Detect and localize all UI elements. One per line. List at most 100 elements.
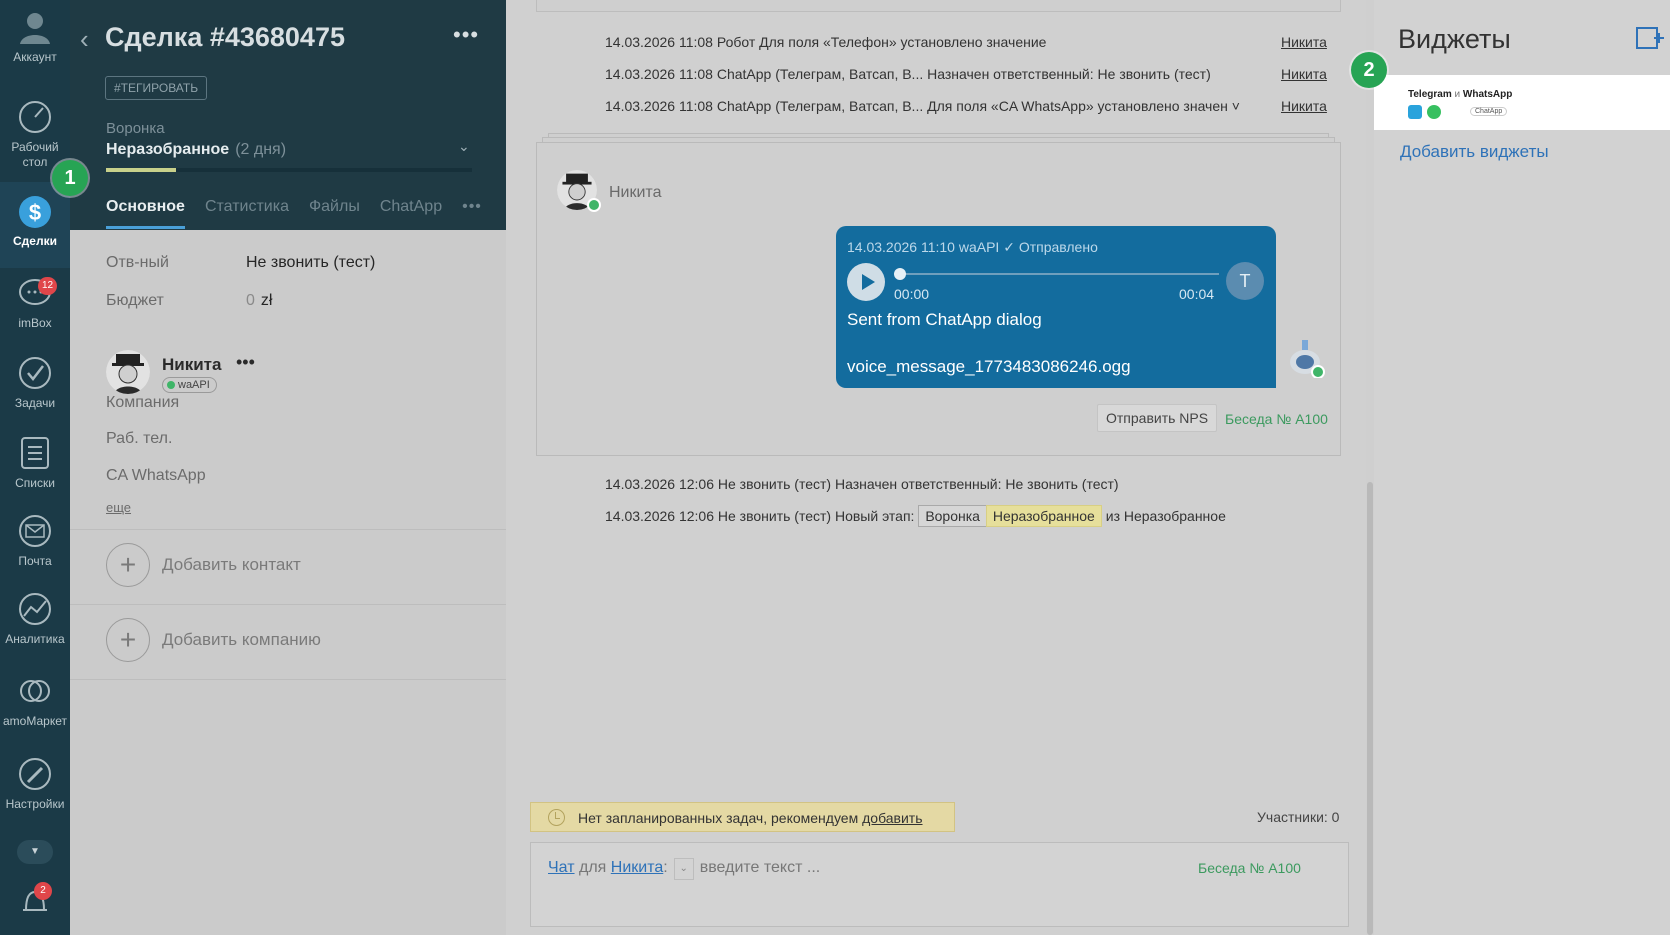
tabs-more-icon[interactable]: •••: [462, 198, 482, 229]
chevron-down-icon[interactable]: ⌄: [673, 858, 694, 880]
lead-title: Сделка #43680475: [105, 22, 345, 52]
audio-time-current: 00:00: [894, 286, 930, 302]
chat-message-card: Никита 14.03.2026 11:10 waAPI ✓ Отправле…: [536, 142, 1341, 456]
contact-avatar[interactable]: [106, 350, 150, 394]
no-tasks-notice: Нет запланированных задач, рекомендуем д…: [530, 802, 955, 832]
composer-for: для: [579, 859, 607, 876]
feed-scrollbar-thumb[interactable]: [1367, 482, 1373, 935]
contact-source-badge: waAPI: [162, 377, 217, 393]
previous-note: [536, 0, 1341, 12]
nav-settings[interactable]: Настройки: [0, 755, 70, 811]
imbox-badge: 12: [38, 277, 58, 295]
nav-account-label: Аккаунт: [13, 50, 57, 64]
add-widgets-link[interactable]: Добавить виджеты: [1400, 142, 1549, 162]
back-icon[interactable]: ‹: [80, 24, 89, 55]
stage-event-from: из Неразобранное: [1105, 508, 1226, 524]
nav-mail[interactable]: Почта: [0, 512, 70, 568]
lead-tabs: Основное Статистика Файлы ChatApp •••: [106, 198, 482, 229]
more-icon[interactable]: •••: [453, 22, 479, 48]
add-company-button[interactable]: + Добавить компанию: [106, 618, 321, 662]
message-file-name[interactable]: voice_message_1773483086246.ogg: [847, 357, 1131, 377]
widget-name-telegram: Telegram: [1408, 89, 1452, 100]
market-icon: [16, 672, 54, 710]
add-contact-button[interactable]: + Добавить контакт: [106, 543, 301, 587]
add-task-link[interactable]: добавить: [862, 810, 922, 826]
nav-dashboard[interactable]: Рабочий стол: [0, 98, 70, 170]
contact-field-company[interactable]: Компания: [106, 394, 179, 412]
mail-icon: [16, 512, 54, 550]
stage-progress-fill: [106, 168, 176, 172]
tag-button[interactable]: #ТЕГИРОВАТЬ: [105, 76, 208, 100]
notifications-badge: 2: [34, 882, 52, 900]
composer-recipient-link[interactable]: Никита: [611, 859, 663, 876]
feed-event-stage: 14.03.2026 12:06 Не звонить (тест) Новый…: [605, 505, 1226, 527]
analytics-icon: [16, 590, 54, 628]
add-company-label: Добавить компанию: [162, 630, 321, 649]
tab-files[interactable]: Файлы: [309, 198, 360, 229]
send-nps-button[interactable]: Отправить NPS: [1097, 404, 1218, 432]
composer-conversation-link[interactable]: Беседа № A100: [1198, 860, 1301, 876]
nav-market-label: amoМаркет: [3, 714, 67, 728]
sender-avatar: T: [1226, 262, 1264, 300]
audio-progress-track[interactable]: [896, 273, 1219, 275]
event-user-link[interactable]: Никита: [1281, 98, 1327, 114]
tab-main[interactable]: Основное: [106, 198, 185, 229]
contact-field-ca-whatsapp[interactable]: CA WhatsApp: [106, 467, 206, 485]
tasks-icon: [16, 354, 54, 392]
audio-time-total: 00:04: [1179, 286, 1215, 302]
event-user-link[interactable]: Никита: [1281, 34, 1327, 50]
conversation-link[interactable]: Беседа № A100: [1225, 411, 1328, 427]
budget-amount: 0: [246, 292, 255, 309]
feed-event: 14.03.2026 11:08 Робот Для поля «Телефон…: [605, 34, 1047, 50]
online-dot-icon: [587, 198, 601, 212]
feed-event: 14.03.2026 11:08 ChatApp (Телеграм, Ватс…: [605, 66, 1211, 82]
budget-row: Бюджет 0 zł: [106, 292, 272, 310]
activity-feed: 14.03.2026 11:08 Робот Для поля «Телефон…: [506, 0, 1366, 935]
nav-account[interactable]: Аккаунт: [0, 8, 70, 64]
event-user-link[interactable]: Никита: [1281, 66, 1327, 82]
add-widget-icon[interactable]: [1636, 26, 1664, 50]
widget-and: и: [1454, 89, 1461, 100]
feed-event: 14.03.2026 12:06 Не звонить (тест) Назна…: [605, 476, 1119, 492]
stage-event-new-stage: Неразобранное: [985, 505, 1102, 527]
divider: [70, 604, 506, 605]
tab-chatapp[interactable]: ChatApp: [380, 198, 442, 229]
funnel-stage-select[interactable]: Неразобранное (2 дня): [106, 141, 286, 159]
nav-tasks-label: Задачи: [14, 396, 56, 410]
contact-name[interactable]: Никита: [162, 355, 221, 375]
nav-notifications[interactable]: 2: [0, 882, 70, 924]
tab-statistics[interactable]: Статистика: [205, 198, 289, 229]
nav-expand[interactable]: ▼: [0, 840, 70, 870]
feed-event[interactable]: 14.03.2026 11:08 ChatApp (Телеграм, Ватс…: [605, 98, 1240, 114]
plus-icon: +: [106, 543, 150, 587]
dashboard-icon: [16, 98, 54, 136]
settings-icon: [16, 755, 54, 793]
chevron-down-icon[interactable]: ⌄: [458, 138, 470, 155]
play-button[interactable]: [847, 263, 885, 301]
budget-label: Бюджет: [106, 292, 164, 309]
outgoing-message-bubble: 14.03.2026 11:10 waAPI ✓ Отправлено 00:0…: [836, 226, 1276, 388]
nav-tasks[interactable]: Задачи: [0, 354, 70, 410]
main-navigation: Аккаунт Рабочий стол $ Сделки imBox 12 З…: [0, 0, 70, 935]
nav-lists[interactable]: Списки: [0, 434, 70, 490]
composer-line: Чат для Никита: ⌄ введите текст ...: [548, 858, 820, 880]
responsible-value[interactable]: Не звонить (тест): [246, 254, 375, 271]
contact-field-work-phone[interactable]: Раб. тел.: [106, 430, 172, 448]
plus-icon: +: [106, 618, 150, 662]
contact-more-icon[interactable]: •••: [236, 352, 255, 373]
message-composer[interactable]: Чат для Никита: ⌄ введите текст ... Беседа…: [530, 842, 1349, 927]
bot-avatar-icon: [1285, 338, 1325, 379]
nav-market[interactable]: amoМаркет: [0, 672, 70, 728]
nav-deals[interactable]: $ Сделки: [0, 182, 70, 268]
chatapp-widget[interactable]: Telegram и WhatsApp ChatApp: [1374, 75, 1670, 130]
composer-mode-link[interactable]: Чат: [548, 859, 575, 876]
more-fields-link[interactable]: еще: [106, 500, 131, 515]
nav-imbox[interactable]: imBox 12: [0, 274, 70, 330]
composer-input[interactable]: введите текст ...: [700, 859, 820, 876]
online-dot-icon: [167, 381, 175, 389]
audio-progress-knob[interactable]: [894, 268, 906, 280]
funnel-label: Воронка: [106, 120, 165, 137]
budget-value[interactable]: 0 zł: [246, 292, 272, 309]
nav-analytics[interactable]: Аналитика: [0, 590, 70, 646]
participants-count[interactable]: Участники: 0: [1257, 809, 1339, 825]
